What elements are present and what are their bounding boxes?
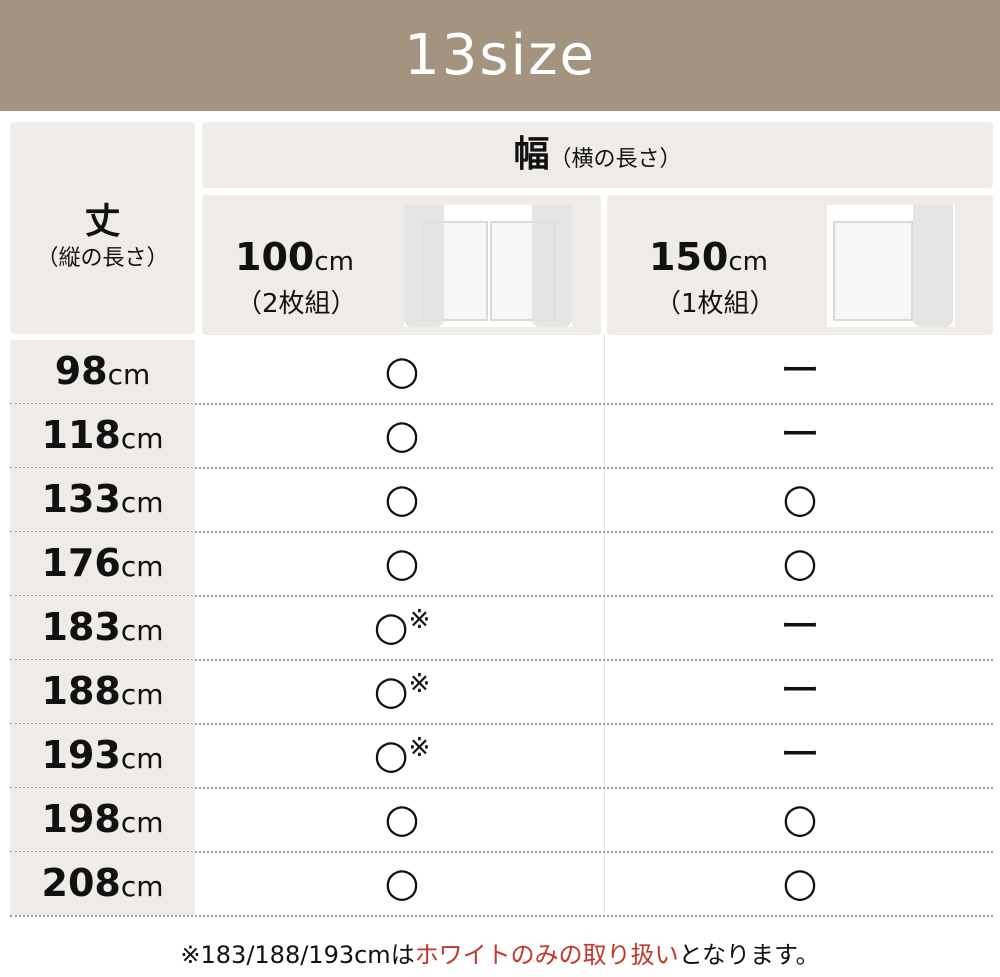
footnote-prefix: ※183/188/193cmは [180, 941, 415, 969]
row-height-label: 98cm [10, 340, 195, 403]
availability-150cm: ○ [782, 540, 818, 586]
availability-100cm: ○ [384, 412, 420, 458]
row-height-label: 193cm [10, 724, 195, 787]
availability-150cm: ー [780, 668, 820, 714]
row-height-label: 208cm [10, 852, 195, 915]
table-row: 133cm ○ ○ [10, 468, 993, 533]
height-header-label: 丈 [84, 201, 121, 242]
height-header-sublabel: （縦の長さ） [36, 246, 169, 271]
table-row: 118cm ○ ー [10, 404, 993, 469]
availability-150cm: ー [780, 412, 820, 458]
row-height-label: 176cm [10, 532, 195, 595]
availability-100cm: ○※ [373, 732, 431, 778]
row-height-label: 133cm [10, 468, 195, 531]
white-only-note-mark: ※ [408, 733, 431, 763]
width-header-label: 幅 [513, 134, 550, 175]
table-row: 183cm ○※ ー [10, 596, 993, 661]
availability-150cm: ○ [782, 860, 818, 906]
availability-150cm: ー [780, 348, 820, 394]
availability-100cm: ○ [384, 348, 420, 394]
availability-150cm: ー [780, 732, 820, 778]
table-row: 198cm ○ ○ [10, 788, 993, 853]
single-panel-curtain-window-illustration [827, 205, 955, 327]
two-panel-curtain-window-illustration [404, 205, 572, 327]
table-row: 176cm ○ ○ [10, 532, 993, 597]
table-row: 98cm ○ ー [10, 340, 993, 405]
title-banner: 13size [0, 0, 1000, 111]
availability-100cm: ○ [384, 540, 420, 586]
height-header-cell: 丈 （縦の長さ） [10, 122, 195, 334]
table-row: 188cm ○※ ー [10, 660, 993, 725]
row-height-label: 188cm [10, 660, 195, 723]
table-row: 208cm ○ ○ [10, 852, 993, 917]
row-height-label: 118cm [10, 404, 195, 467]
width-header-cell: 幅（横の長さ） [202, 122, 993, 188]
column-count-100: （2枚組） [236, 289, 357, 319]
column-header-150: 150cm （1枚組） [607, 195, 993, 335]
width-header-sublabel: （横の長さ） [549, 147, 682, 172]
column-size-150: 150cm [649, 235, 768, 279]
footnote-suffix: となります。 [678, 941, 820, 969]
white-only-note-mark: ※ [408, 605, 431, 635]
footnote-highlight: ホワイトのみの取り扱い [414, 941, 679, 969]
column-header-100: 100cm （2枚組） [202, 195, 601, 335]
width-header-text: 幅（横の長さ） [202, 122, 993, 188]
white-only-note-mark: ※ [408, 669, 431, 699]
availability-150cm: ○ [782, 796, 818, 842]
availability-100cm: ○ [384, 796, 420, 842]
row-height-label: 183cm [10, 596, 195, 659]
availability-100cm: ○※ [373, 604, 431, 650]
availability-100cm: ○※ [373, 668, 431, 714]
availability-150cm: ○ [782, 476, 818, 522]
column-size-100: 100cm [235, 235, 354, 279]
availability-100cm: ○ [384, 476, 420, 522]
footnote: ※183/188/193cmはホワイトのみの取り扱いとなります。 [0, 935, 1000, 970]
availability-100cm: ○ [384, 860, 420, 906]
banner-title: 13size [404, 23, 596, 88]
availability-150cm: ー [780, 604, 820, 650]
column-count-150: （1枚組） [655, 289, 776, 319]
table-row: 193cm ○※ ー [10, 724, 993, 789]
row-height-label: 198cm [10, 788, 195, 851]
